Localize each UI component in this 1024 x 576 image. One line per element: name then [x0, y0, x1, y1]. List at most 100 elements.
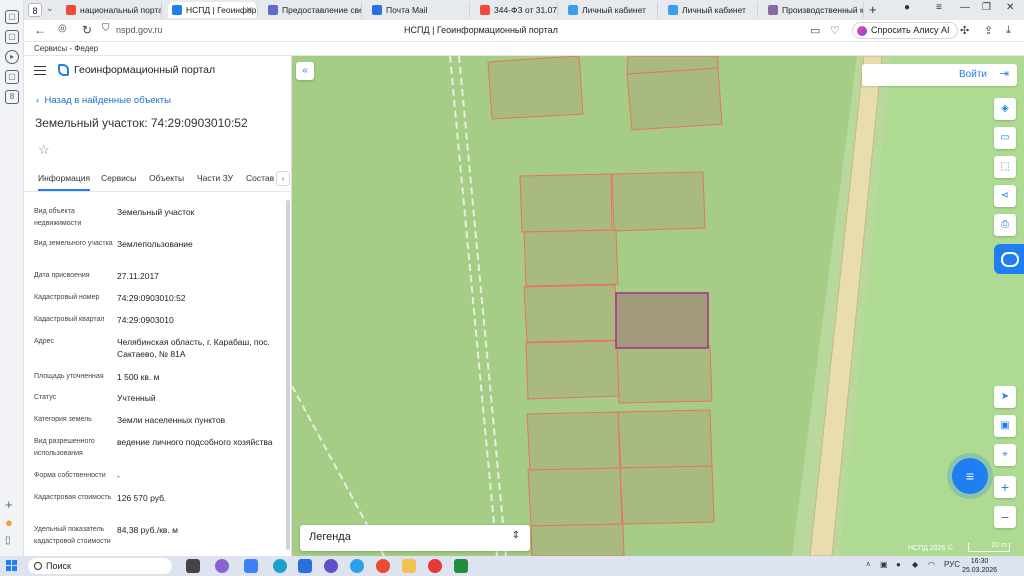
- back-icon[interactable]: ←: [34, 23, 46, 37]
- legend-dropdown[interactable]: Легенда ⇕: [300, 525, 530, 551]
- excel-icon[interactable]: [454, 559, 468, 573]
- app-icon[interactable]: [324, 559, 338, 573]
- download-icon[interactable]: ⤓: [1006, 24, 1011, 37]
- tab-favicon-icon: [372, 5, 382, 15]
- browser-tab[interactable]: Почта Mail: [368, 2, 470, 18]
- star-icon[interactable]: ☆: [38, 142, 50, 158]
- yandex-browser-icon[interactable]: [428, 559, 442, 573]
- lang-indicator[interactable]: РУС: [944, 560, 960, 569]
- sidebar-play-icon[interactable]: ▸: [5, 50, 19, 64]
- share-icon[interactable]: ⋖: [994, 185, 1016, 207]
- alice-button[interactable]: Спросить Алису AI: [852, 22, 958, 39]
- chrome-icon[interactable]: [376, 559, 390, 573]
- browser-tab[interactable]: национальный портал: [62, 2, 162, 18]
- chat-icon[interactable]: ≡: [952, 458, 988, 494]
- info-label: Статус: [34, 394, 57, 401]
- browser-tab[interactable]: 344-ФЗ от 31.07.2025 -: [476, 2, 558, 18]
- info-value: Земельный участок: [117, 207, 195, 217]
- back-to-results-link[interactable]: ‹ Назад в найденные объекты: [36, 95, 171, 106]
- browser-tab[interactable]: Личный кабинет: [564, 2, 658, 18]
- minimize-icon[interactable]: —: [960, 2, 970, 13]
- tray-icon[interactable]: ▣: [880, 560, 888, 569]
- tab-close-icon[interactable]: ✕: [245, 2, 253, 18]
- dashed-path: [458, 56, 507, 556]
- select-area-icon[interactable]: ⬚: [994, 156, 1016, 178]
- tab-label: Производственный ка: [782, 5, 864, 15]
- folder-icon[interactable]: [402, 559, 416, 573]
- sidebar-app-icon[interactable]: ▢: [5, 70, 19, 84]
- chevron-right-icon[interactable]: ›: [276, 171, 290, 186]
- reader-icon[interactable]: ▭: [810, 24, 820, 37]
- tab-composition[interactable]: Состав: [246, 173, 274, 183]
- sidebar-app-icon[interactable]: 8: [5, 90, 19, 104]
- share-icon[interactable]: ⇪: [984, 24, 993, 37]
- map-canvas[interactable]: [292, 56, 1024, 556]
- app-icon[interactable]: ●: [5, 515, 13, 530]
- print-icon[interactable]: ⎙: [994, 214, 1016, 236]
- tab-label: Личный кабинет: [682, 5, 746, 15]
- bookmark-item[interactable]: Сервисы - Федер: [34, 44, 98, 53]
- extension-icon[interactable]: ✣: [960, 24, 969, 37]
- menu-icon[interactable]: [34, 66, 46, 75]
- app-icon[interactable]: [215, 559, 229, 573]
- restore-icon[interactable]: ❐: [982, 2, 991, 13]
- info-value: 1 500 кв. м: [117, 372, 160, 382]
- tab-objects[interactable]: Объекты: [149, 173, 184, 183]
- ruler-icon[interactable]: ▭: [994, 127, 1016, 149]
- tray-icon[interactable]: ●: [896, 560, 901, 569]
- back-link-label: Назад в найденные объекты: [44, 95, 171, 106]
- info-label: Вид объекта недвижимости: [34, 208, 82, 227]
- clock[interactable]: 16:30 25.03.2026: [962, 557, 997, 575]
- tray-icon[interactable]: ◆: [912, 560, 918, 569]
- url-field[interactable]: nspd.gov.ru: [116, 25, 162, 35]
- info-label: Кадастровый номер: [34, 294, 100, 301]
- windows-start-icon[interactable]: [6, 560, 18, 572]
- info-label: Адрес: [34, 338, 55, 345]
- browser-tab[interactable]: НСПД | Геоинформа✕: [168, 2, 258, 18]
- sidebar-app-icon[interactable]: ▢: [5, 10, 19, 24]
- new-tab-button[interactable]: +: [869, 2, 877, 17]
- info-label: Категория земель: [34, 416, 92, 423]
- taskbar-search[interactable]: Поиск: [28, 558, 172, 574]
- tab-info[interactable]: Информация: [38, 173, 91, 191]
- browser-tab[interactable]: Производственный ка: [764, 2, 864, 18]
- zoom-out-button[interactable]: −: [994, 506, 1016, 528]
- wifi-icon[interactable]: ◠: [928, 560, 935, 569]
- menu-icon[interactable]: ≡: [936, 2, 942, 13]
- coordinates-icon[interactable]: ▣: [994, 415, 1016, 437]
- location-pin-icon[interactable]: ⌖: [994, 444, 1016, 466]
- layers-icon[interactable]: ◈: [994, 98, 1016, 120]
- tab-label: 344-ФЗ от 31.07.2025 -: [494, 5, 558, 15]
- app-icon[interactable]: [298, 559, 312, 573]
- edge-icon[interactable]: [273, 559, 287, 573]
- file-explorer-icon[interactable]: [244, 559, 258, 573]
- tab-count-badge[interactable]: 8: [28, 3, 42, 17]
- close-icon[interactable]: ✕: [1006, 2, 1014, 13]
- zoom-in-button[interactable]: +: [994, 476, 1016, 498]
- chevron-up-icon[interactable]: ˄: [866, 560, 871, 569]
- clock-date: 25.03.2026: [962, 567, 998, 574]
- collapse-panel-button[interactable]: «: [296, 62, 314, 80]
- locate-icon[interactable]: ➤: [994, 386, 1016, 408]
- info-value: 27.11.2017: [117, 271, 159, 281]
- reload-icon[interactable]: ↻: [82, 23, 92, 37]
- app-icon[interactable]: [350, 559, 364, 573]
- tab-favicon-icon: [268, 5, 278, 15]
- sidebar-app-icon[interactable]: ▢: [5, 30, 19, 44]
- browser-tab[interactable]: Предоставление сведе: [264, 2, 362, 18]
- bookmark-icon[interactable]: ♡: [830, 24, 840, 37]
- browser-tab[interactable]: Личный кабинет: [664, 2, 758, 18]
- add-icon[interactable]: +: [5, 497, 13, 512]
- tab-parts[interactable]: Части ЗУ: [197, 173, 233, 183]
- protect-icon[interactable]: ◎: [58, 23, 67, 34]
- panel-scrollbar[interactable]: [286, 200, 290, 550]
- chevron-down-icon[interactable]: ⌄: [46, 3, 54, 14]
- map-view[interactable]: « Войти ⇥ ◈ ▭ ⬚ ⋖ ⎙ ➤ ▣ ⌖ + − ≡ Легенда …: [292, 56, 1024, 556]
- login-button[interactable]: Войти ⇥: [862, 64, 1017, 86]
- feedback-icon[interactable]: [994, 244, 1024, 274]
- bookmarks-bar: Сервисы - Федер: [24, 42, 1024, 56]
- profile-icon[interactable]: ●: [904, 2, 910, 13]
- tab-services[interactable]: Сервисы: [101, 173, 136, 183]
- taskview-icon[interactable]: [186, 559, 200, 573]
- panel-toggle-icon[interactable]: ▯: [5, 535, 11, 546]
